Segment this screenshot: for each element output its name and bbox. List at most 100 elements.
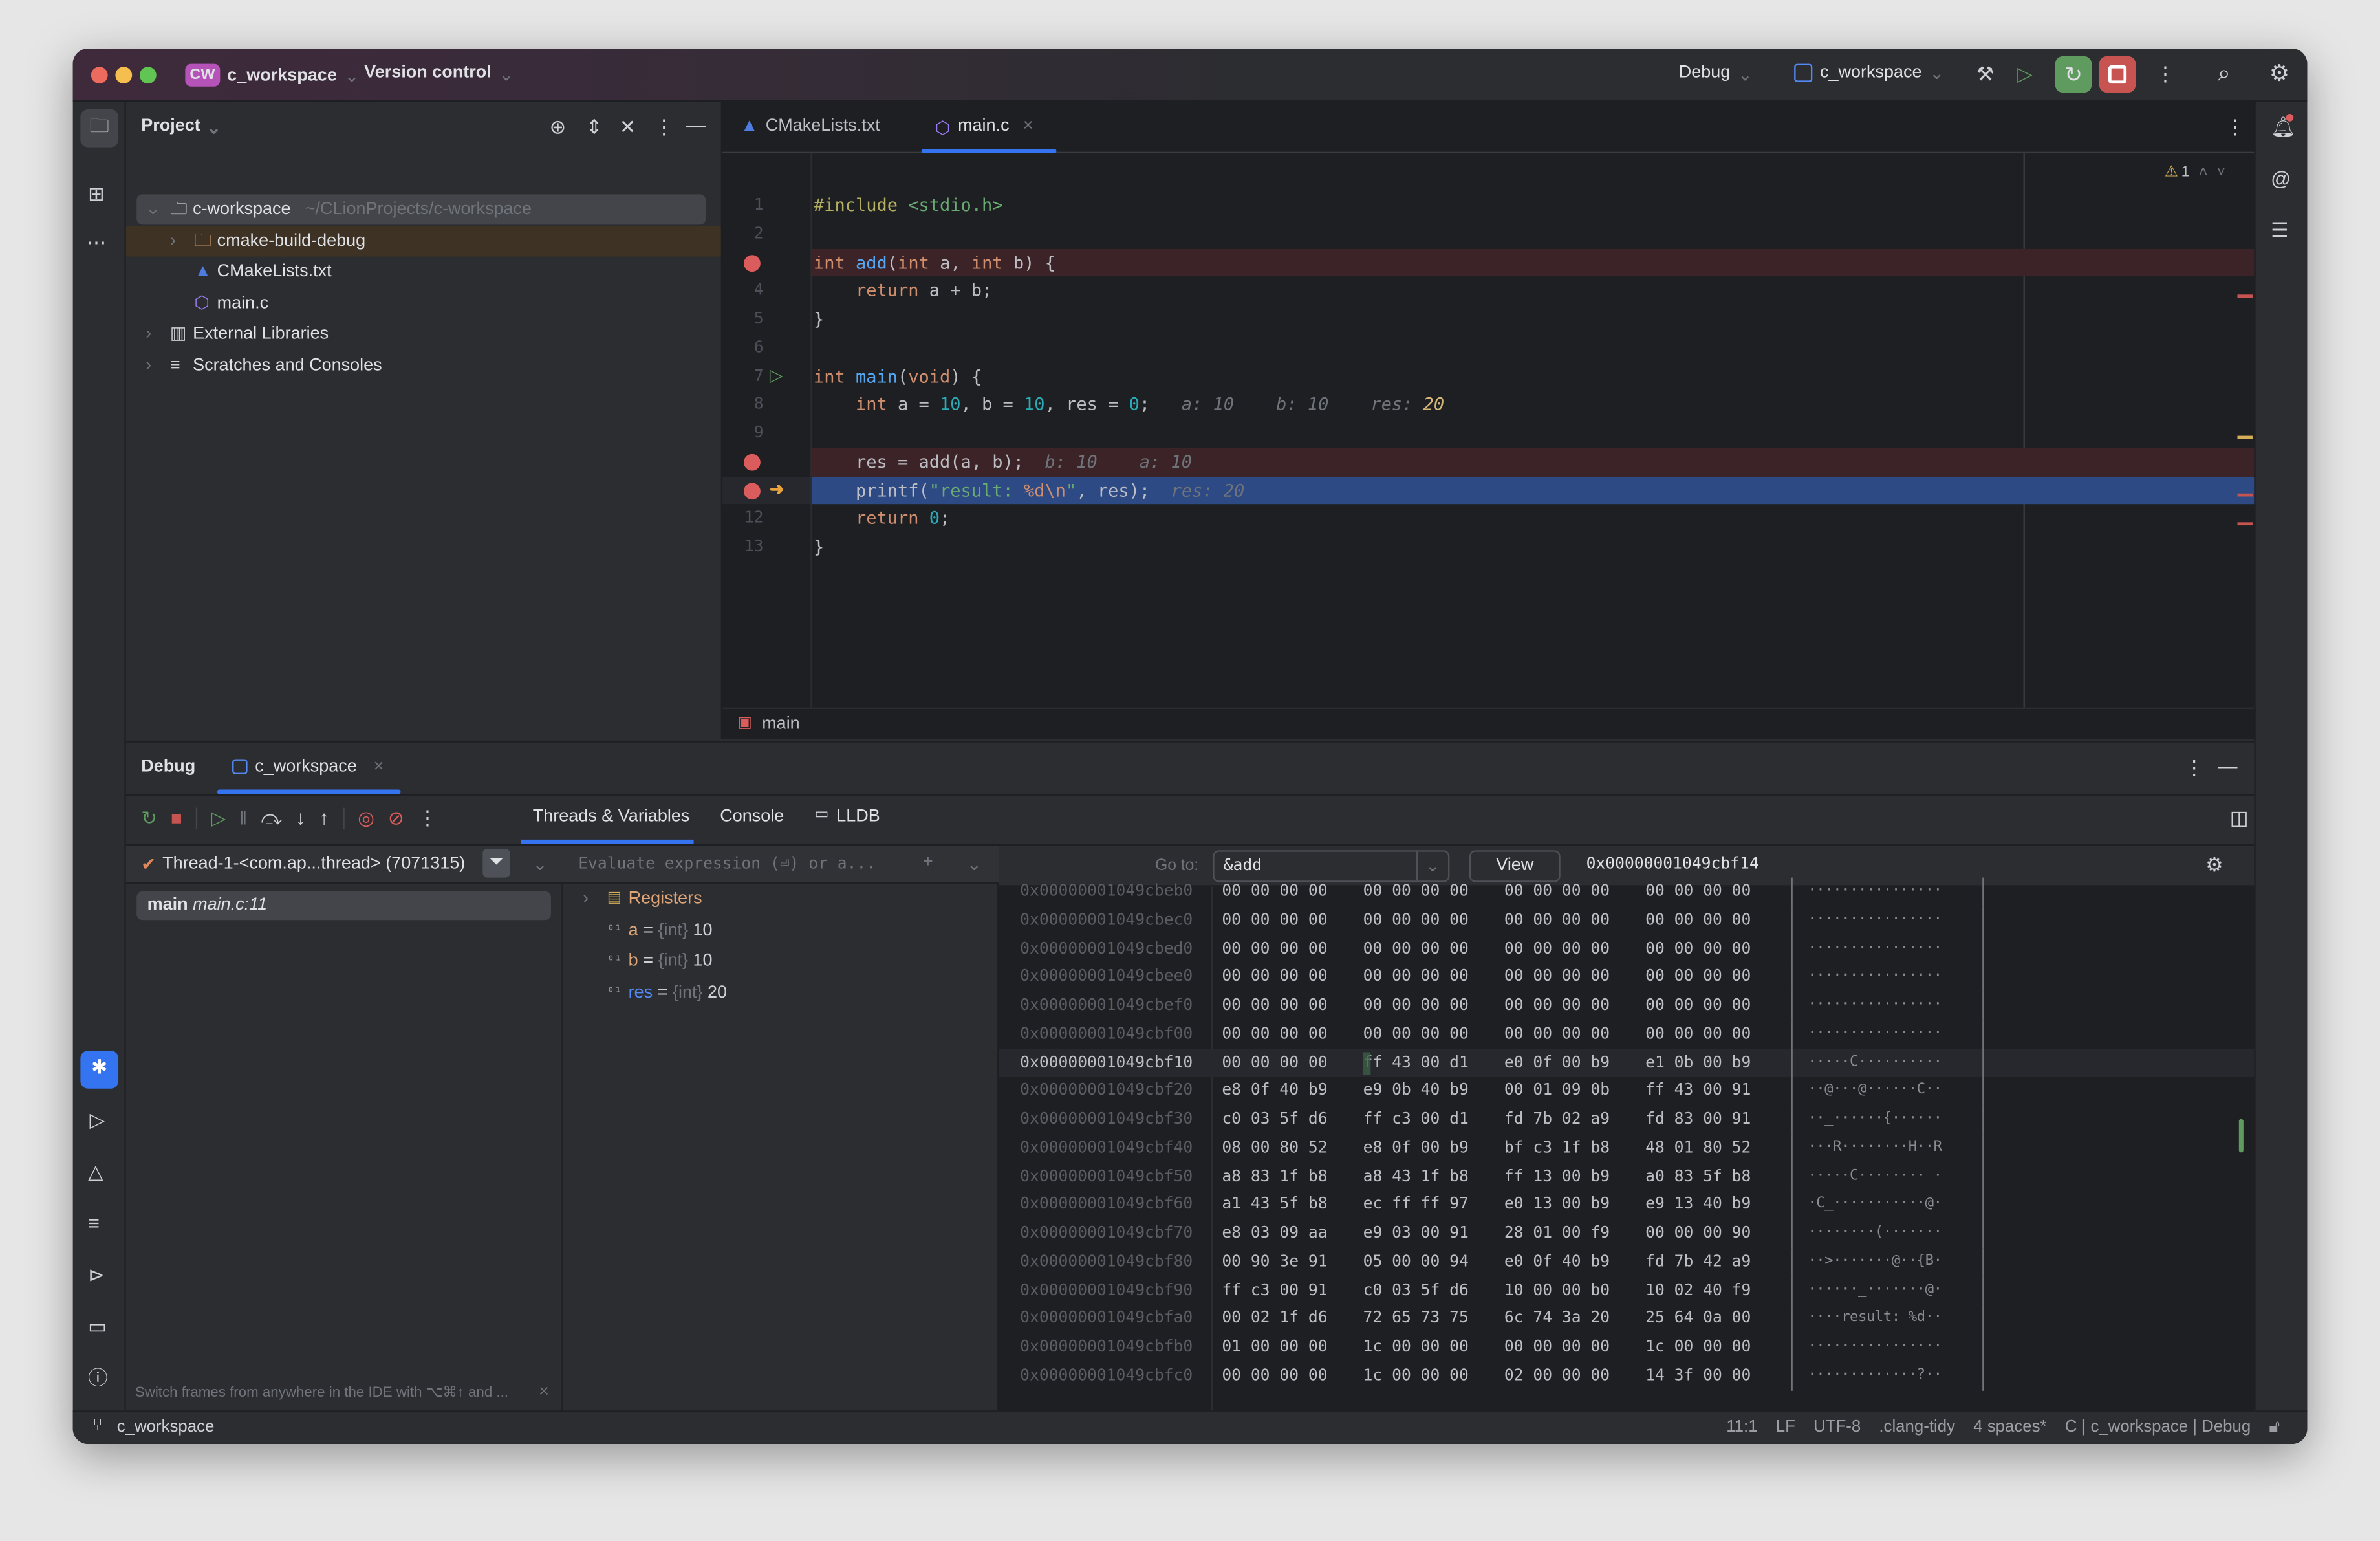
code-line[interactable]: 5} bbox=[722, 305, 2255, 334]
project-selector[interactable]: CW c_workspace ⌄ bbox=[185, 61, 359, 90]
memory-hex-group[interactable]: 25 64 0a 00 bbox=[1645, 1305, 1751, 1333]
more-vertical-icon[interactable]: ⋮ bbox=[654, 117, 675, 137]
project-tool-button[interactable]: 🗀 bbox=[80, 109, 119, 148]
code-line[interactable]: 7 ▷ int main(void) { bbox=[722, 362, 2255, 391]
memory-hex-group[interactable]: 00 00 00 00 bbox=[1222, 878, 1327, 906]
stop-icon[interactable]: ■ bbox=[171, 807, 182, 828]
memory-row[interactable]: 0x00000001049cbee0 00 00 00 00 00 00 00 00… bbox=[999, 963, 2254, 992]
tree-item[interactable]: › ▥ External Libraries bbox=[126, 319, 721, 349]
run-config-selector[interactable]: c_workspace ⌄ bbox=[1794, 62, 1944, 83]
close-window-button[interactable] bbox=[91, 67, 108, 84]
code-line[interactable]: res = add(a, b); b: 10 a: 10 bbox=[722, 447, 2256, 476]
error-stripe[interactable] bbox=[2237, 522, 2253, 526]
file-encoding[interactable]: UTF-8 bbox=[1813, 1418, 1861, 1438]
memory-hex-group[interactable]: 00 00 00 00 bbox=[1504, 1020, 1610, 1049]
chevron-down-icon[interactable]: ⌄ bbox=[533, 853, 548, 875]
tab-main-c[interactable]: ⬡ main.c × bbox=[935, 117, 1033, 138]
code-line[interactable]: 12 return 0; bbox=[722, 505, 2255, 533]
indent-setting[interactable]: 4 spaces* bbox=[1973, 1418, 2046, 1438]
memory-scrollbar[interactable] bbox=[2238, 1119, 2244, 1153]
breadcrumb-item[interactable]: main bbox=[762, 715, 800, 733]
memory-row[interactable]: 0x00000001049cbf60 a1 43 5f b8 ec ff ff 97… bbox=[999, 1190, 2254, 1219]
memory-hex-group[interactable]: e9 03 00 91 bbox=[1363, 1219, 1469, 1248]
memory-hex-group[interactable]: e8 03 09 aa bbox=[1222, 1219, 1327, 1248]
more-vertical-icon[interactable]: ⋮ bbox=[2225, 117, 2245, 137]
memory-hex-group[interactable]: 00 00 00 00 bbox=[1504, 935, 1610, 963]
status-project[interactable]: c_workspace bbox=[117, 1418, 215, 1436]
mute-breakpoints-icon[interactable]: ⊘ bbox=[388, 806, 404, 829]
memory-hex-group[interactable]: 00 00 00 00 bbox=[1363, 935, 1469, 963]
variable-item[interactable]: ⁰¹ res = {int} 20 bbox=[563, 977, 999, 1007]
line-separator[interactable]: LF bbox=[1776, 1418, 1795, 1438]
memory-hex-group[interactable]: ff 13 00 b9 bbox=[1504, 1163, 1610, 1191]
memory-row[interactable]: 0x00000001049cbf50 a8 83 1f b8 a8 43 1f b8… bbox=[999, 1162, 2254, 1191]
stack-frame-item[interactable]: main main.c:11 bbox=[136, 891, 551, 921]
search-icon[interactable]: ⌕ bbox=[2218, 62, 2231, 85]
memory-row[interactable]: 0x00000001049cbfc0 00 00 00 00 1c 00 00 00… bbox=[999, 1361, 2254, 1390]
error-stripe[interactable] bbox=[2237, 493, 2253, 497]
memory-hex-group[interactable]: 00 00 00 00 bbox=[1504, 963, 1610, 992]
memory-hex-group[interactable]: 00 00 00 00 bbox=[1645, 992, 1751, 1020]
rerun-icon[interactable]: ↻ bbox=[141, 806, 157, 829]
code-line[interactable]: 8 int a = 10, b = 10, res = 0; a: 10 b: … bbox=[722, 391, 2255, 419]
chevron-up-icon[interactable]: ˄ bbox=[2199, 164, 2208, 180]
more-horizontal-icon[interactable]: ⋯ bbox=[87, 232, 107, 252]
tab-console[interactable]: Console bbox=[705, 808, 799, 826]
memory-hex-group[interactable]: 00 00 00 00 bbox=[1504, 1333, 1610, 1362]
memory-hex-group[interactable]: fd 7b 42 a9 bbox=[1645, 1248, 1751, 1276]
clang-tidy-widget[interactable]: .clang-tidy bbox=[1879, 1418, 1955, 1438]
memory-hex-group[interactable]: e9 0b 40 b9 bbox=[1363, 1077, 1469, 1106]
variable-item[interactable]: ⁰¹ a = {int} 10 bbox=[563, 915, 999, 945]
rerun-debug-button[interactable]: ↻ bbox=[2055, 56, 2092, 93]
variable-item[interactable]: ⁰¹ b = {int} 10 bbox=[563, 946, 999, 976]
memory-hex-group[interactable]: 08 00 80 52 bbox=[1222, 1134, 1327, 1163]
problems-icon[interactable]: ⓘ bbox=[88, 1368, 108, 1388]
variable-item[interactable]: › ▤ Registers bbox=[563, 884, 999, 914]
memory-hex-group[interactable]: e0 0f 40 b9 bbox=[1504, 1248, 1610, 1276]
memory-row[interactable]: 0x00000001049cbf10 00 00 00 00 ff 43 00 d1… bbox=[999, 1048, 2255, 1077]
memory-hex-group[interactable]: fd 7b 02 a9 bbox=[1504, 1106, 1610, 1134]
warning-stripe[interactable] bbox=[2237, 435, 2253, 439]
more-vertical-icon[interactable]: ⋮ bbox=[2156, 64, 2176, 84]
todo-icon[interactable]: ≡ bbox=[88, 1213, 100, 1233]
memory-hex-group[interactable]: a8 43 1f b8 bbox=[1363, 1163, 1469, 1191]
chevron-down-icon[interactable]: ˅ bbox=[2217, 164, 2226, 180]
memory-hex-group[interactable]: 01 00 00 00 bbox=[1222, 1333, 1327, 1362]
memory-hex-group[interactable]: a0 83 5f b8 bbox=[1645, 1163, 1751, 1191]
memory-hex-group[interactable]: 72 65 73 75 bbox=[1363, 1305, 1469, 1333]
inspection-widget[interactable]: ⚠ 1 ˄ ˅ bbox=[2165, 164, 2225, 180]
memory-hex-group[interactable]: 00 00 00 00 bbox=[1222, 992, 1327, 1020]
resume-icon[interactable]: ▷ bbox=[211, 806, 226, 829]
resume-icon[interactable]: ▷ bbox=[2017, 62, 2032, 87]
memory-hex-group[interactable]: ff 43 00 91 bbox=[1645, 1077, 1751, 1106]
code-line[interactable]: 4 return a + b; bbox=[722, 277, 2255, 305]
view-breakpoints-icon[interactable]: ◎ bbox=[358, 806, 374, 829]
build-hammer-icon[interactable]: ⚒ bbox=[1976, 64, 1994, 84]
code-line[interactable]: 6 bbox=[722, 334, 2255, 362]
step-out-icon[interactable]: ↑ bbox=[319, 808, 329, 828]
memory-hex-group[interactable]: 00 00 00 00 bbox=[1363, 1020, 1469, 1049]
memory-hex-group[interactable]: ff c3 00 91 bbox=[1222, 1276, 1327, 1305]
memory-hex-group[interactable]: e1 0b 00 b9 bbox=[1645, 1049, 1751, 1077]
memory-hex-group[interactable]: 02 00 00 00 bbox=[1504, 1362, 1610, 1390]
memory-hex-group[interactable]: 00 00 00 90 bbox=[1645, 1219, 1751, 1248]
memory-row[interactable]: 0x00000001049cbf70 e8 03 09 aa e9 03 00 91… bbox=[999, 1219, 2254, 1248]
memory-hex-group[interactable]: 05 00 00 94 bbox=[1363, 1248, 1469, 1276]
memory-hex-group[interactable]: 00 00 00 00 bbox=[1363, 878, 1469, 906]
vcs-menu[interactable]: Version control ⌄ bbox=[364, 64, 514, 85]
breakpoint-icon[interactable] bbox=[744, 254, 761, 271]
memory-hex-group[interactable]: 00 00 00 00 bbox=[1363, 906, 1469, 935]
memory-row[interactable]: 0x00000001049cbf30 c0 03 5f d6 ff c3 00 d1… bbox=[999, 1105, 2254, 1134]
tree-item[interactable]: ▲ CMakeLists.txt bbox=[126, 257, 721, 287]
resolve-context[interactable]: C | c_workspace | Debug bbox=[2065, 1418, 2251, 1438]
memory-hex-group[interactable]: 48 01 80 52 bbox=[1645, 1134, 1751, 1163]
code-line[interactable]: 1 #include <stdio.h> bbox=[722, 191, 2255, 220]
code-line[interactable]: 13} bbox=[722, 533, 2255, 562]
hide-panel-icon[interactable]: — bbox=[686, 115, 706, 135]
cmake-tool-icon[interactable]: △ bbox=[88, 1161, 103, 1181]
memory-row[interactable]: 0x00000001049cbeb0 00 00 00 00 00 00 00 00… bbox=[999, 877, 2254, 906]
memory-hex-group[interactable]: 00 02 1f d6 bbox=[1222, 1305, 1327, 1333]
memory-row[interactable]: 0x00000001049cbf20 e8 0f 40 b9 e9 0b 40 b9… bbox=[999, 1077, 2254, 1106]
memory-hex-group[interactable]: 00 00 00 00 bbox=[1504, 906, 1610, 935]
memory-hex-group[interactable]: 10 00 00 b0 bbox=[1504, 1276, 1610, 1305]
